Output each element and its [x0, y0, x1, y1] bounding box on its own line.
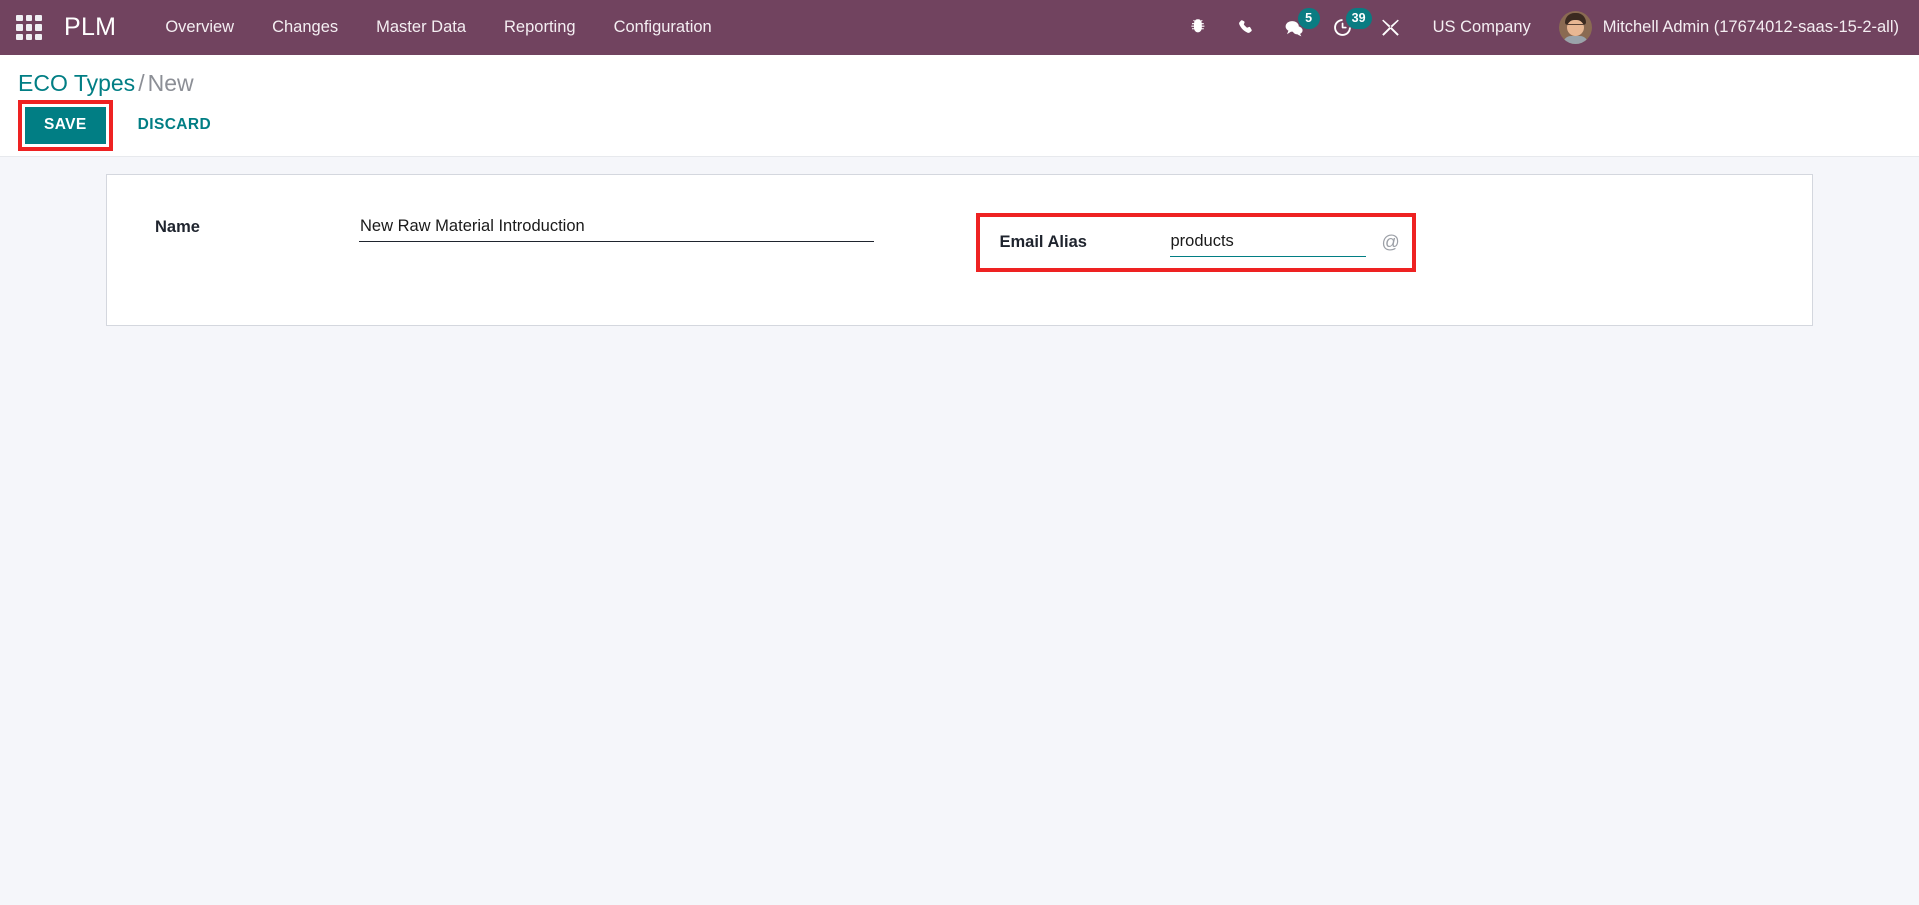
messages-badge: 5	[1297, 8, 1320, 29]
bug-icon[interactable]	[1175, 0, 1223, 55]
systray: 5 39	[1175, 0, 1415, 55]
app-brand-plm[interactable]: PLM	[64, 13, 116, 42]
main-menu: Overview Changes Master Data Reporting C…	[146, 0, 730, 55]
apps-grid-icon[interactable]	[12, 11, 46, 45]
company-switcher[interactable]: US Company	[1415, 0, 1549, 55]
save-button-highlight: SAVE	[18, 99, 113, 151]
user-menu[interactable]: Mitchell Admin (17674012-saas-15-2-all)	[1549, 0, 1905, 55]
email-alias-input[interactable]	[1169, 227, 1366, 258]
tools-icon[interactable]	[1367, 0, 1415, 55]
discard-button[interactable]: DISCARD	[126, 107, 223, 144]
form-sheet-wrapper: Name Email Alias @	[0, 157, 1919, 326]
breadcrumb: ECO Types / New	[0, 69, 1919, 98]
form-column-left: Name	[107, 212, 960, 243]
email-alias-at-suffix: @	[1381, 231, 1400, 252]
menu-item-changes[interactable]: Changes	[253, 0, 357, 55]
name-field-label: Name	[155, 217, 200, 236]
messages-icon[interactable]: 5	[1271, 0, 1320, 55]
name-input[interactable]	[359, 212, 874, 243]
email-alias-highlight: Email Alias @	[975, 212, 1416, 273]
email-alias-field-label: Email Alias	[999, 232, 1087, 251]
user-name-label: Mitchell Admin (17674012-saas-15-2-all)	[1602, 18, 1899, 36]
avatar	[1558, 11, 1592, 44]
top-navbar: PLM Overview Changes Master Data Reporti…	[0, 0, 1919, 55]
breadcrumb-current-new: New	[147, 70, 194, 96]
breadcrumb-separator: /	[138, 70, 145, 96]
form-grid: Name Email Alias @	[107, 212, 1813, 273]
save-button[interactable]: SAVE	[25, 106, 106, 144]
menu-item-configuration[interactable]: Configuration	[595, 0, 731, 55]
control-panel: ECO Types / New SAVE DISCARD	[0, 55, 1919, 157]
menu-item-overview[interactable]: Overview	[146, 0, 253, 55]
form-sheet: Name Email Alias @	[106, 173, 1813, 326]
form-column-right: Email Alias @	[960, 212, 1813, 273]
phone-icon[interactable]	[1223, 0, 1271, 55]
menu-item-reporting[interactable]: Reporting	[485, 0, 595, 55]
activities-clock-icon[interactable]: 39	[1319, 0, 1372, 55]
breadcrumb-root-eco-types[interactable]: ECO Types	[18, 70, 135, 96]
form-action-buttons: SAVE DISCARD	[0, 98, 1919, 156]
menu-item-master-data[interactable]: Master Data	[357, 0, 485, 55]
